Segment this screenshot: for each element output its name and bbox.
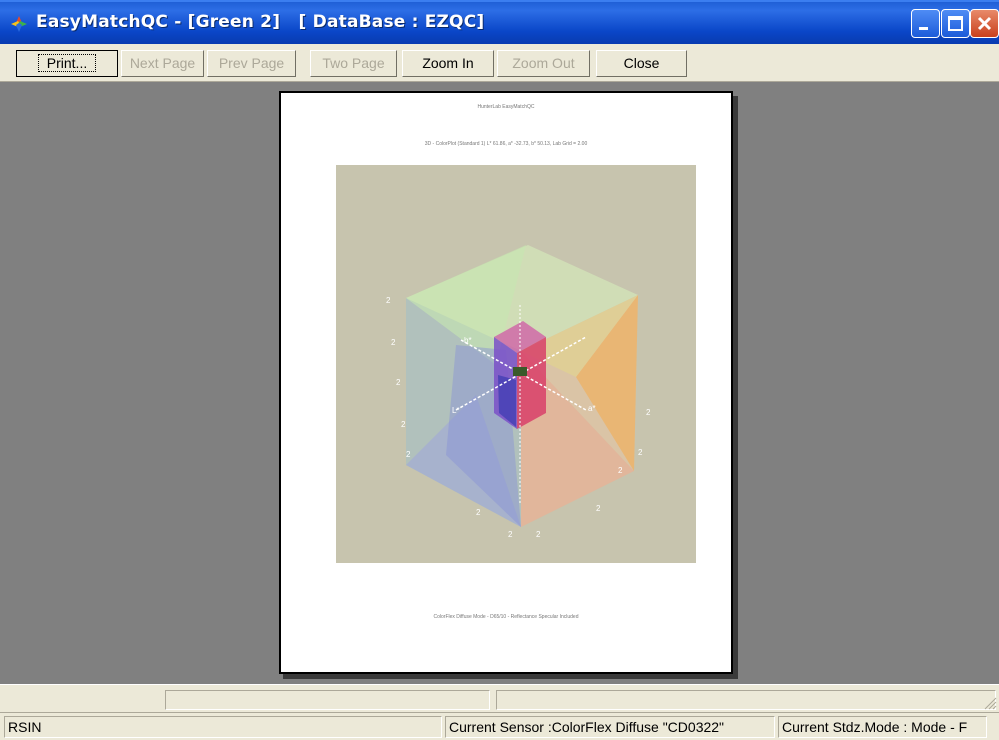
svg-text:2: 2 — [646, 408, 651, 417]
status-strip-top — [0, 684, 999, 712]
color-cube-graphic: 2 2 2 2 2 2 2 2 2 2 2 2 L* a* b* — [386, 245, 651, 539]
svg-text:a*: a* — [588, 404, 596, 413]
window-title: EasyMatchQC - [Green 2] [ DataBase : EZQ… — [36, 12, 485, 32]
svg-text:2: 2 — [396, 378, 401, 387]
zoom-in-button[interactable]: Zoom In — [402, 50, 494, 77]
two-page-button[interactable]: Two Page — [310, 50, 397, 77]
preview-toolbar: Print... Next Page Prev Page Two Page Zo… — [0, 44, 999, 82]
svg-text:b*: b* — [464, 336, 472, 345]
svg-text:2: 2 — [638, 448, 643, 457]
zoom-out-button[interactable]: Zoom Out — [497, 50, 590, 77]
status-mode: Current Stdz.Mode : Mode - F — [778, 716, 987, 738]
print-preview-page: HunterLab EasyMatchQC 3D - ColorPlot (St… — [279, 91, 733, 674]
minimize-button[interactable] — [911, 9, 940, 38]
resize-grip-icon[interactable] — [983, 696, 997, 710]
svg-text:2: 2 — [596, 504, 601, 513]
svg-text:2: 2 — [476, 508, 481, 517]
status-panel-blank-1 — [165, 690, 490, 710]
status-panel-blank-2 — [496, 690, 996, 710]
svg-text:2: 2 — [508, 530, 513, 539]
svg-text:2: 2 — [536, 530, 541, 539]
next-page-button[interactable]: Next Page — [121, 50, 204, 77]
page-header: HunterLab EasyMatchQC — [477, 104, 535, 110]
maximize-icon — [948, 16, 963, 31]
svg-text:2: 2 — [406, 450, 411, 459]
plot-caption: 3D - ColorPlot (Standard 1) L* 61.86, a*… — [424, 141, 588, 147]
prev-page-button[interactable]: Prev Page — [207, 50, 296, 77]
status-left: RSIN — [4, 716, 442, 738]
color-cube-plot: 2 2 2 2 2 2 2 2 2 2 2 2 L* a* b* — [336, 165, 696, 563]
print-button[interactable]: Print... — [16, 50, 118, 77]
close-icon — [977, 16, 992, 31]
minimize-icon — [919, 27, 928, 30]
status-bar: RSIN Current Sensor :ColorFlex Diffuse "… — [0, 712, 999, 740]
page-footer: ColorFlex Diffuse Mode - D65/10 - Reflec… — [433, 614, 579, 620]
svg-text:L*: L* — [452, 406, 460, 415]
maximize-button[interactable] — [941, 9, 970, 38]
svg-text:2: 2 — [618, 466, 623, 475]
svg-text:2: 2 — [401, 420, 406, 429]
svg-text:2: 2 — [391, 338, 396, 347]
status-sensor: Current Sensor :ColorFlex Diffuse "CD032… — [445, 716, 775, 738]
svg-text:2: 2 — [386, 296, 391, 305]
title-bar[interactable]: EasyMatchQC - [Green 2] [ DataBase : EZQ… — [0, 0, 999, 44]
close-preview-button[interactable]: Close — [596, 50, 687, 77]
close-window-button[interactable] — [970, 9, 999, 38]
app-icon — [11, 16, 27, 32]
print-button-label: Print... — [37, 54, 97, 72]
